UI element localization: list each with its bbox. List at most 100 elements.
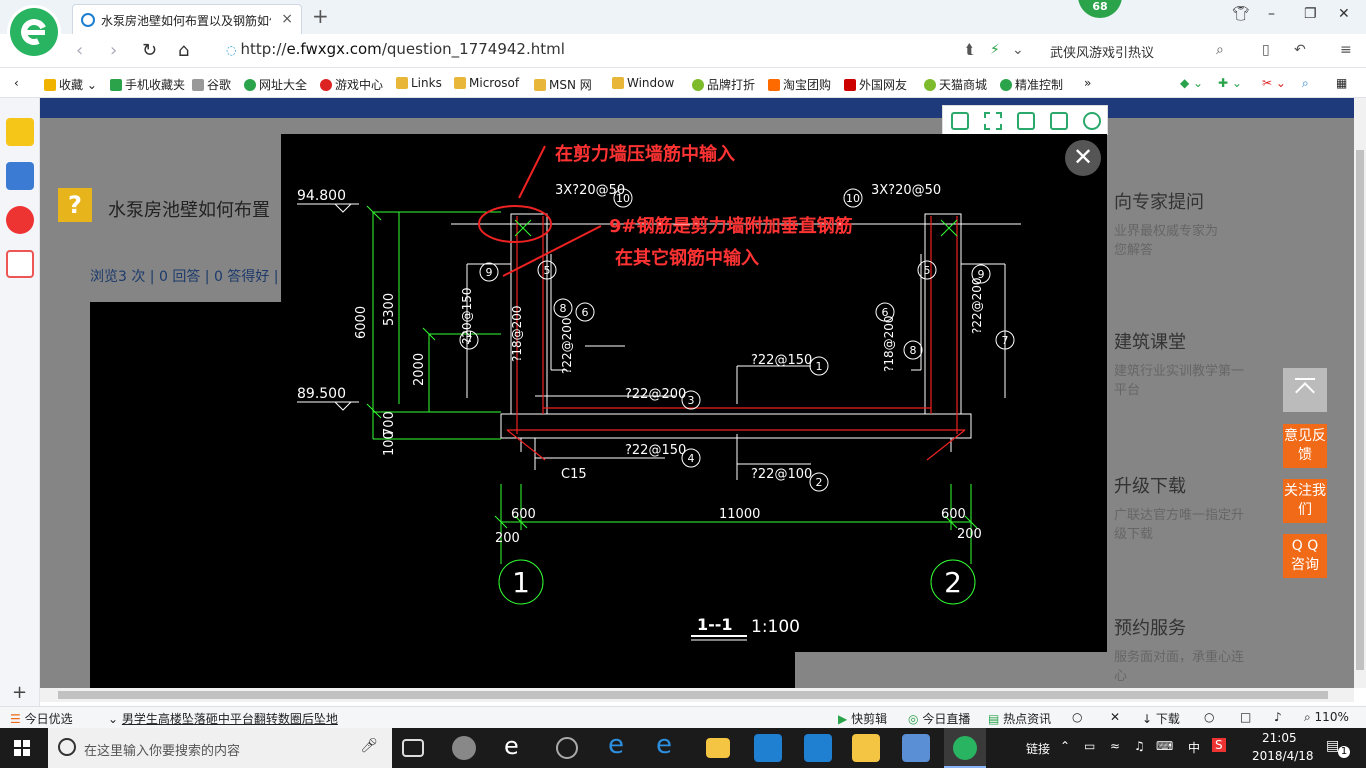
bookmark-item[interactable]: Microsof [454, 76, 519, 90]
url-field[interactable]: ◌ http://e.fwxgx.com/question_1774942.htm… [226, 40, 565, 58]
battery-icon[interactable]: ▭ [1084, 739, 1095, 753]
bookmark-item[interactable]: 手机收藏夹 [110, 76, 185, 93]
search-icon[interactable]: ⌕ [1216, 42, 1224, 58]
phone-icon[interactable]: ▯ [1262, 42, 1270, 58]
forward-icon[interactable]: › [110, 40, 117, 61]
add-sidebar-icon[interactable]: + [12, 682, 27, 703]
spiral-app-icon[interactable] [556, 737, 578, 759]
windows-start-icon[interactable] [14, 740, 30, 756]
shirt-skin-icon[interactable]: 👕︎ [1232, 6, 1250, 22]
edge-icon[interactable]: e [608, 730, 636, 760]
close-window-icon[interactable]: ✕ [1338, 6, 1350, 22]
more-bookmarks-icon[interactable]: » [1084, 76, 1091, 90]
bookmark-item[interactable]: 天猫商城 [924, 76, 987, 93]
links-toolbar[interactable]: 链接 [1026, 740, 1050, 757]
ask-expert-block[interactable]: 向专家提问 业界最权威专家为您解答 [1114, 188, 1224, 258]
undo-icon[interactable]: ↶ [1294, 42, 1306, 58]
sidebar-toggle-icon[interactable]: ‹ [14, 76, 19, 90]
bookmark-item[interactable]: 收藏 ⌄ [44, 76, 97, 93]
bookmark-item[interactable]: 网址大全 [244, 76, 307, 93]
magnifier-icon[interactable]: ⌕ [1302, 76, 1309, 91]
follow-button[interactable]: 关注我们 [1283, 479, 1327, 523]
ime-indicator[interactable]: 中 [1188, 739, 1200, 756]
list-icon[interactable] [6, 162, 34, 190]
back-to-top-button[interactable] [1283, 368, 1327, 412]
ie-e-icon[interactable]: e [504, 732, 532, 760]
file-explorer-icon[interactable] [706, 738, 730, 758]
clock-date[interactable]: 2018/4/18 [1252, 749, 1314, 763]
browser-logo[interactable] [10, 8, 58, 56]
back-icon[interactable]: ‹ [76, 40, 83, 61]
booking-block[interactable]: 预约服务 服务面对面，承重心连心 [1114, 614, 1244, 684]
window-icon[interactable]: □ [1240, 710, 1251, 724]
wifi-icon[interactable]: ≈ [1110, 739, 1120, 753]
weibo-icon[interactable] [6, 206, 34, 234]
search-suggestion[interactable]: 武侠风游戏引热议 [1050, 42, 1154, 61]
share-out-icon[interactable] [1050, 112, 1068, 130]
tab-close-icon[interactable]: × [281, 11, 293, 27]
chevron-down-icon[interactable]: ⌄ [1012, 42, 1024, 58]
download[interactable]: ↓ 下载 [1142, 710, 1180, 727]
today-live[interactable]: ◎ 今日直播 [908, 710, 970, 727]
save-icon[interactable] [1017, 112, 1035, 130]
favorites-star-icon[interactable] [6, 118, 34, 146]
speaker-icon[interactable]: ♫ [1134, 739, 1145, 753]
apps-grid-icon[interactable]: ▦ [1336, 76, 1347, 90]
lightning-icon[interactable]: ⚡ [990, 42, 1000, 58]
fullscreen-icon[interactable] [984, 112, 1002, 130]
bookmark-item[interactable]: 外国网友 [844, 76, 907, 93]
bookmark-item[interactable]: MSN 网 [534, 76, 592, 93]
scissors-icon[interactable]: ✂ ⌄ [1262, 76, 1286, 90]
extension-icon[interactable]: ✚ ⌄ [1218, 76, 1242, 90]
close-viewer-button[interactable]: ✕ [1065, 140, 1101, 176]
zoom-level[interactable]: ⌕ 110% [1304, 710, 1349, 725]
browser-tab[interactable]: 水泵房池壁如何布置以及钢筋如何 × [72, 4, 302, 34]
calculator-app-icon[interactable] [902, 734, 930, 762]
settings-gear-icon[interactable] [1083, 112, 1101, 130]
notification-badge[interactable]: 68 [1078, 0, 1122, 18]
bookmark-item[interactable]: 淘宝团购 [768, 76, 831, 93]
menu-icon[interactable]: ≡ [1340, 42, 1352, 58]
bookmark-item[interactable]: 游戏中心 [320, 76, 383, 93]
classroom-block[interactable]: 建筑课堂 建筑行业实训教学第一平台 [1114, 328, 1244, 398]
hot-news[interactable]: ▤ 热点资讯 [988, 710, 1051, 727]
tray-chevron-icon[interactable]: ⌃ [1060, 739, 1070, 753]
bookmark-item[interactable]: 谷歌 [192, 76, 231, 93]
microphone-icon[interactable]: 🎤︎ [360, 738, 378, 754]
compat-icon[interactable]: ○ [1204, 710, 1214, 724]
quick-edit[interactable]: ▶ 快剪辑 [838, 710, 887, 727]
notes-app-icon[interactable] [852, 734, 880, 762]
speed-icon[interactable]: ○ [1072, 710, 1082, 724]
task-view-icon[interactable] [402, 739, 424, 757]
internet-explorer-icon[interactable]: e [656, 730, 684, 760]
sogou-icon[interactable]: S [1212, 738, 1226, 752]
bookmark-item[interactable]: Window [612, 76, 674, 90]
home-icon[interactable]: ⌂ [178, 40, 189, 61]
bookmark-item[interactable]: 精准控制 [1000, 76, 1063, 93]
qq-consult-button[interactable]: Q Q 咨询 [1283, 534, 1327, 578]
vertical-scrollbar[interactable] [1354, 98, 1366, 688]
clock-time[interactable]: 21:05 [1262, 731, 1297, 745]
taskbar-search-box[interactable]: 在这里输入你要搜索的内容 🎤︎ [48, 728, 392, 768]
today-picks[interactable]: ☰ 今日优选 [10, 710, 73, 727]
upgrade-block[interactable]: 升级下载 广联达官方唯一指定升级下载 [1114, 472, 1244, 542]
email-icon[interactable] [6, 250, 34, 278]
keyboard-icon[interactable]: ⌨ [1156, 739, 1173, 753]
active-browser-app[interactable] [944, 728, 986, 768]
reload-icon[interactable]: ↻ [142, 40, 157, 61]
feedback-button[interactable]: 意见反馈 [1283, 424, 1327, 468]
horizontal-scrollbar[interactable] [40, 688, 1354, 702]
plus-app-icon[interactable] [804, 734, 832, 762]
share-icon[interactable]: ⮬ [966, 42, 974, 58]
bookmark-item[interactable]: Links [396, 76, 442, 90]
shield-icon[interactable]: ◆ ⌄ [1180, 76, 1203, 90]
g-app-icon[interactable] [754, 734, 782, 762]
fan-app-icon[interactable] [452, 736, 476, 760]
new-tab-button[interactable]: + [312, 4, 329, 28]
bookmark-item[interactable]: 品牌打折 [692, 76, 755, 93]
minimize-icon[interactable]: – [1268, 6, 1275, 22]
pin-icon[interactable]: ✕ [1110, 710, 1120, 724]
volume-icon[interactable]: ♪ [1274, 710, 1282, 724]
restore-icon[interactable]: ❐ [1304, 6, 1317, 22]
fit-icon[interactable] [951, 112, 969, 130]
